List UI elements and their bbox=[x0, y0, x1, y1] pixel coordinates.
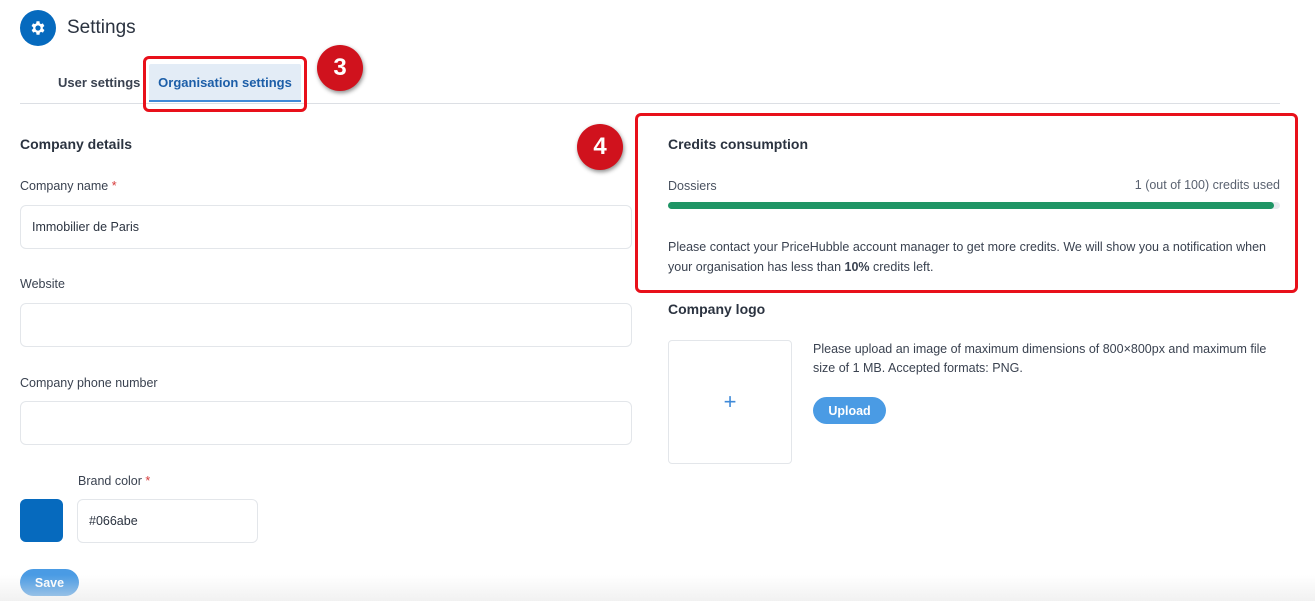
company-name-input[interactable]: Immobilier de Paris bbox=[20, 205, 632, 249]
gear-icon bbox=[31, 21, 45, 35]
credits-threshold: 10% bbox=[844, 260, 870, 274]
credits-progress-fill bbox=[668, 202, 1274, 209]
annotation-highlight-tabs bbox=[143, 56, 307, 112]
credits-note-end: credits left. bbox=[869, 260, 934, 274]
website-label: Website bbox=[20, 277, 65, 291]
required-marker: * bbox=[145, 474, 151, 488]
website-input[interactable] bbox=[20, 303, 632, 347]
annotation-badge-3: 3 bbox=[317, 45, 363, 91]
brand-color-label-text: Brand color bbox=[78, 474, 142, 488]
company-name-label-text: Company name bbox=[20, 179, 109, 193]
upload-button[interactable]: Upload bbox=[813, 397, 886, 424]
credits-used-text: 1 (out of 100) credits used bbox=[1134, 178, 1280, 192]
company-details-title: Company details bbox=[20, 136, 133, 152]
page-title: Settings bbox=[67, 17, 136, 38]
credits-progress-bar bbox=[668, 202, 1280, 209]
company-logo-title: Company logo bbox=[668, 301, 766, 317]
logo-upload-area[interactable]: + bbox=[668, 340, 792, 464]
save-button[interactable]: Save bbox=[20, 569, 79, 596]
phone-input[interactable] bbox=[20, 401, 632, 445]
bottom-fade bbox=[0, 575, 1315, 601]
logo-instructions: Please upload an image of maximum dimens… bbox=[813, 342, 1267, 375]
credits-note: Please contact your PriceHubble account … bbox=[668, 237, 1283, 277]
phone-label: Company phone number bbox=[20, 376, 158, 390]
brand-color-swatch[interactable] bbox=[20, 499, 63, 542]
settings-badge bbox=[20, 10, 56, 46]
required-marker: * bbox=[111, 179, 117, 193]
brand-color-label: Brand color * bbox=[78, 474, 150, 488]
company-name-label: Company name * bbox=[20, 179, 117, 193]
tab-user-settings[interactable]: User settings bbox=[58, 64, 140, 102]
page-header: Settings bbox=[20, 10, 136, 46]
annotation-badge-4: 4 bbox=[577, 124, 623, 170]
brand-color-input[interactable]: #066abe bbox=[77, 499, 258, 543]
credits-note-text: Please contact your PriceHubble account … bbox=[668, 240, 1266, 274]
plus-icon: + bbox=[723, 389, 737, 414]
credits-title: Credits consumption bbox=[668, 136, 809, 152]
dossiers-label: Dossiers bbox=[668, 179, 717, 193]
